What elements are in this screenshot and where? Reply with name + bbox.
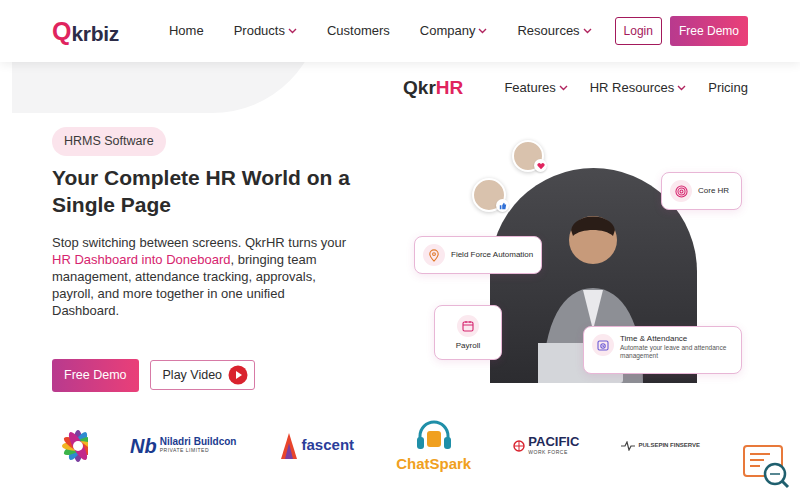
feature-card[interactable]: Core HR [661, 172, 742, 210]
brand-mark: Q [52, 19, 71, 44]
chevron-down-icon [583, 28, 592, 34]
hero-section: HRMS Software Your Complete HR World on a… [0, 114, 800, 392]
like-icon [496, 199, 509, 212]
client-subtitle: WORK FORCE [528, 449, 579, 457]
product-navbar: QkrHR Features HR Resources Pricing [0, 62, 800, 114]
feature-card[interactable]: Payroll [434, 305, 502, 360]
product-accent: HR [436, 77, 463, 98]
location-icon [423, 244, 445, 266]
client-logo: fascent [279, 431, 355, 461]
feature-text: Time & AttendanceAutomate your leave and… [620, 334, 733, 360]
flower-logo-icon [50, 418, 88, 474]
nav-item[interactable]: Company [420, 21, 488, 41]
brand-name: krbiz [71, 23, 119, 44]
chevron-down-icon [288, 28, 297, 34]
nav-item[interactable]: Home [169, 21, 204, 41]
feature-label: Time & Attendance [620, 334, 733, 344]
feature-card[interactable]: Time & AttendanceAutomate your leave and… [583, 326, 742, 374]
hero-text: HRMS Software Your Complete HR World on a… [52, 127, 352, 392]
product-nav-item[interactable]: Pricing [708, 78, 748, 98]
feature-text: Core HR [698, 186, 729, 196]
free-demo-button[interactable]: Free Demo [670, 16, 748, 46]
brand-logo[interactable]: Qkrbiz [52, 19, 119, 44]
calendar-icon [457, 315, 479, 337]
main-nav: Home Products Customers Company Resources [169, 21, 592, 41]
client-name: fascent [302, 437, 355, 454]
play-video-label: Play Video [163, 366, 223, 385]
hero-buttons: Free Demo Play Video [52, 359, 352, 392]
nav-item[interactable]: Customers [327, 21, 390, 41]
heart-icon [534, 159, 547, 172]
chevron-down-icon [478, 28, 487, 34]
play-video-button[interactable]: Play Video [150, 360, 256, 390]
product-nav-label: HR Resources [590, 78, 675, 98]
product-prefix: Qkr [403, 77, 436, 98]
login-button[interactable]: Login [615, 17, 662, 45]
client-text: fascent [302, 437, 355, 454]
client-logo: PULSEPIN FINSERVE [621, 434, 700, 458]
chevron-down-icon [677, 85, 686, 91]
feature-label: Payroll [456, 341, 480, 351]
chat-search-icon [742, 457, 790, 474]
feature-text: Field Force Automation [451, 250, 533, 260]
client-text: Niladri BuildconPRIVATE LIMITED [160, 436, 237, 455]
hero-intro: Stop switching between screens. QkrHR tu… [52, 234, 352, 319]
nav-item[interactable]: Resources [517, 21, 591, 41]
client-logo: NbNiladri BuildconPRIVATE LIMITED [130, 436, 236, 456]
user-avatar [512, 140, 544, 172]
client-logo: ChatSpark [396, 419, 471, 473]
fingerprint-icon [670, 180, 692, 202]
client-text: ChatSpark [396, 456, 471, 473]
feature-text: Payroll [456, 341, 480, 351]
nav-label: Home [169, 21, 204, 41]
chat-widget[interactable] [742, 444, 790, 490]
hero-illustration: Core HR Field Force Automation Payroll Time… [410, 135, 748, 380]
client-mark: Nb [130, 436, 157, 456]
hero-title: Your Complete HR World on a Single Page [52, 164, 352, 218]
chevron-down-icon [559, 85, 568, 91]
product-nav-label: Features [504, 78, 555, 98]
top-navbar: Qkrbiz Home Products Customers Company Resour… [0, 0, 800, 62]
feature-label: Field Force Automation [451, 250, 533, 260]
intro-text: Stop switching between screens. QkrHR tu… [52, 235, 346, 250]
intro-highlight: HR Dashboard into Doneboard [52, 252, 231, 267]
play-icon [228, 365, 248, 385]
product-nav-label: Pricing [708, 78, 748, 98]
feature-description: Automate your leave and attendance manag… [620, 344, 733, 360]
client-name: Niladri Buildcon [160, 436, 237, 447]
product-nav-item[interactable]: HR Resources [590, 78, 687, 98]
client-subtitle: PRIVATE LIMITED [160, 447, 237, 455]
nav-item[interactable]: Products [234, 21, 297, 41]
nav-label: Products [234, 21, 285, 41]
fascent-logo-icon [279, 431, 299, 461]
client-text: PACIFICWORK FORCE [528, 435, 579, 457]
client-name: PACIFIC [528, 435, 579, 449]
product-name[interactable]: QkrHR [403, 74, 463, 103]
globe-icon [513, 434, 525, 458]
free-demo-button[interactable]: Free Demo [52, 359, 139, 392]
user-avatar [472, 178, 506, 212]
nav-label: Company [420, 21, 476, 41]
client-name: PULSEPIN FINSERVE [638, 442, 700, 449]
client-name: ChatSpark [396, 456, 471, 473]
feature-label: Core HR [698, 186, 729, 196]
nav-label: Resources [517, 21, 579, 41]
client-logo: PACIFICWORK FORCE [513, 434, 579, 458]
pulse-icon [621, 434, 635, 458]
product-nav: Features HR Resources Pricing [504, 78, 748, 98]
client-text: PULSEPIN FINSERVE [638, 442, 700, 449]
hero-badge: HRMS Software [52, 127, 166, 156]
nav-actions: Login Free Demo [615, 16, 748, 46]
feature-card[interactable]: Field Force Automation [414, 236, 542, 274]
client-logos: NbNiladri BuildconPRIVATE LIMITED fascent… [0, 418, 800, 474]
headset-icon [415, 419, 453, 453]
nav-label: Customers [327, 21, 390, 41]
product-nav-item[interactable]: Features [504, 78, 567, 98]
clock-icon [592, 334, 614, 356]
